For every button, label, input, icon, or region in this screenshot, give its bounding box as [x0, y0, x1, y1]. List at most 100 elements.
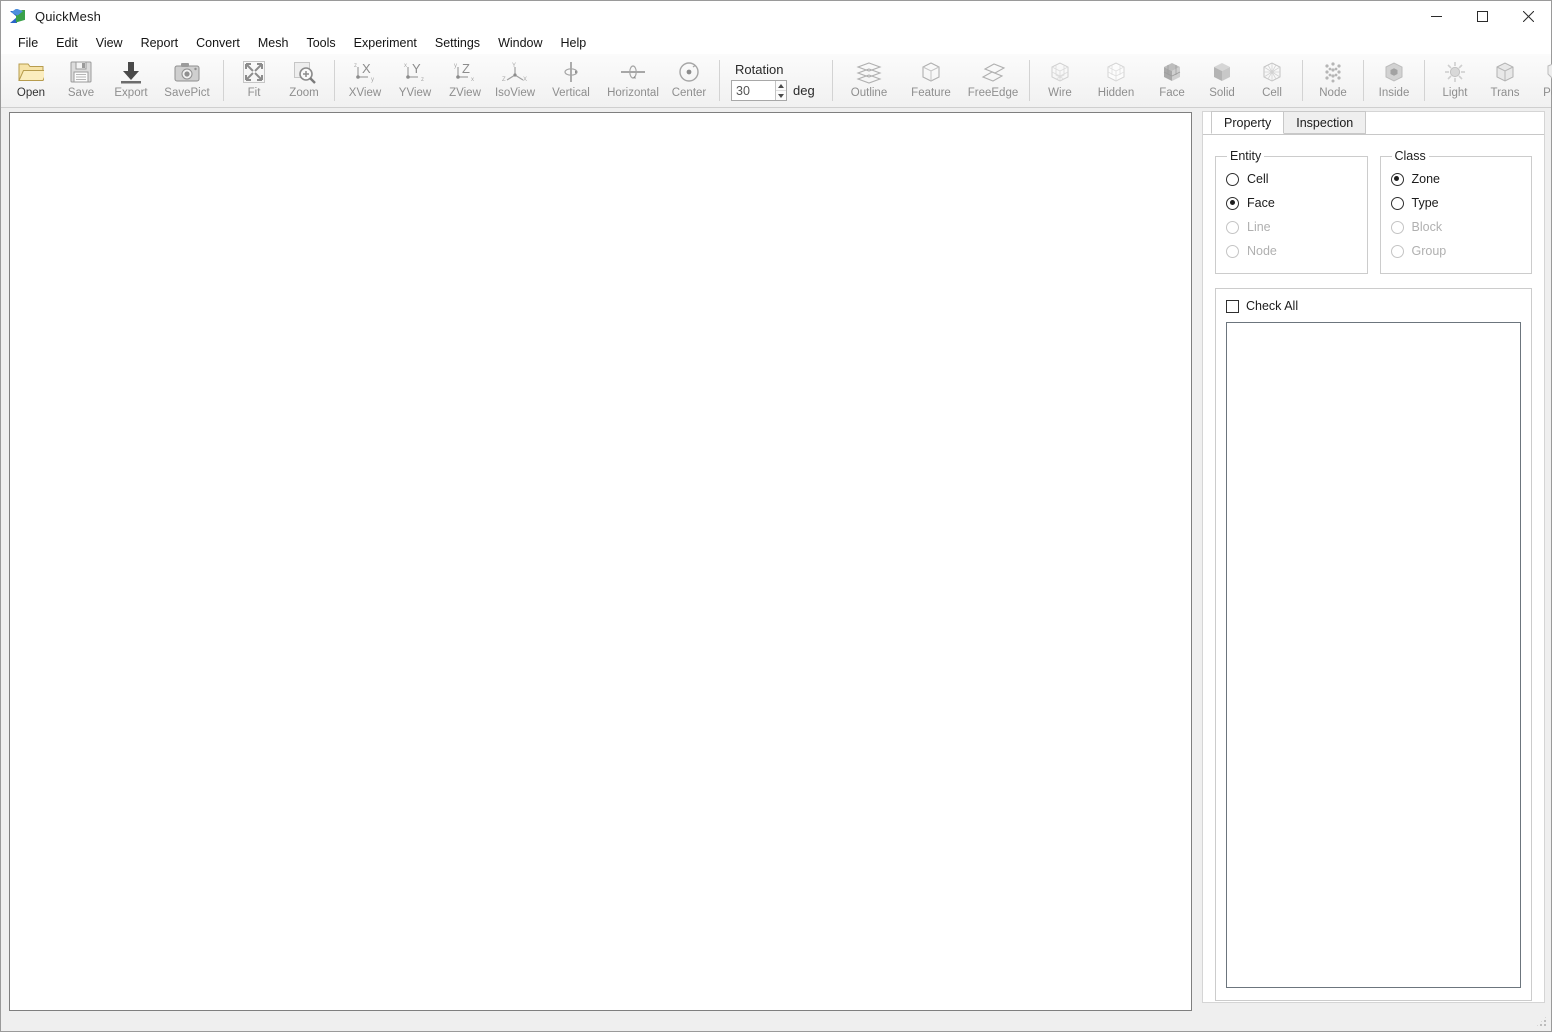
sun-light-icon: [1442, 58, 1468, 86]
toolbar-separator-4: [832, 60, 833, 101]
rotation-spinner[interactable]: [731, 80, 787, 101]
toolbar-button-feature[interactable]: Feature: [900, 54, 962, 107]
svg-text:z: z: [354, 63, 357, 69]
toolbar-button-light[interactable]: Light: [1430, 54, 1480, 107]
download-arrow-icon: [119, 58, 143, 86]
toolbar-button-open[interactable]: Open: [6, 54, 56, 107]
radio-entity-node: Node: [1226, 239, 1357, 263]
toolbar-button-wire[interactable]: Wire: [1035, 54, 1085, 107]
tab-property-label: Property: [1224, 115, 1272, 130]
radio-indicator-zone: [1390, 172, 1404, 186]
menu-bar: File Edit View Report Convert Mesh Tools…: [1, 32, 1551, 54]
center-target-icon: [677, 58, 701, 86]
toolbar-button-isoview[interactable]: Y Z X IsoView: [490, 54, 540, 107]
menu-view[interactable]: View: [87, 33, 132, 53]
radio-label-block: Block: [1411, 220, 1443, 234]
svg-text:Z: Z: [502, 77, 506, 83]
toolbar-label-yview: YView: [398, 87, 432, 99]
toolbar-button-hidden[interactable]: Hidden: [1085, 54, 1147, 107]
radio-class-type[interactable]: Type: [1390, 191, 1522, 215]
radio-label-type: Type: [1411, 196, 1439, 210]
toolbar-button-inside[interactable]: Inside: [1369, 54, 1419, 107]
entity-class-row: Entity Cell Face Line Node Class Zone Ty…: [1215, 149, 1532, 274]
toolbar-button-fit[interactable]: Fit: [229, 54, 279, 107]
toolbar-button-yview[interactable]: Y x z YView: [390, 54, 440, 107]
app-cube-icon: [10, 8, 26, 25]
menu-mesh[interactable]: Mesh: [249, 33, 298, 53]
toolbar-button-horizontal[interactable]: Horizontal: [602, 54, 664, 107]
toolbar-button-zoom[interactable]: Zoom: [279, 54, 329, 107]
panel-body: Entity Cell Face Line Node Class Zone Ty…: [1203, 135, 1544, 1001]
menu-settings[interactable]: Settings: [426, 33, 489, 53]
rotation-increment-button[interactable]: [775, 81, 786, 91]
toolbar-button-outline[interactable]: Outline: [838, 54, 900, 107]
3d-mesh-viewport[interactable]: [9, 112, 1192, 1011]
close-button[interactable]: [1505, 1, 1551, 32]
toolbar-label-savepict: SavePict: [164, 87, 210, 99]
window-resize-grip[interactable]: [1535, 1015, 1548, 1028]
rotation-decrement-button[interactable]: [775, 91, 786, 100]
cube-wire-icon: [1047, 58, 1073, 86]
toolbar-button-face[interactable]: Face: [1147, 54, 1197, 107]
toolbar-label-fit: Fit: [247, 87, 261, 99]
radio-indicator-block: [1390, 220, 1404, 234]
toolbar-separator-7: [1363, 60, 1364, 101]
cube-face-icon: [1159, 58, 1185, 86]
radio-label-group: Group: [1411, 244, 1447, 258]
svg-text:x: x: [404, 63, 407, 69]
radio-indicator-node: [1226, 244, 1239, 258]
menu-window[interactable]: Window: [489, 33, 551, 53]
menu-report[interactable]: Report: [132, 33, 188, 53]
tab-property[interactable]: Property: [1211, 111, 1285, 134]
minimize-button[interactable]: [1413, 1, 1459, 32]
magnifier-plus-icon: [292, 58, 316, 86]
fit-arrows-icon: [242, 58, 266, 86]
maximize-button[interactable]: [1459, 1, 1505, 32]
toolbar-button-center[interactable]: Center: [664, 54, 714, 107]
rotate-vertical-icon: [558, 58, 584, 86]
toolbar-button-export[interactable]: Export: [106, 54, 156, 107]
toolbar-button-savepict[interactable]: SavePict: [156, 54, 218, 107]
toolbar-button-xview[interactable]: X z y XView: [340, 54, 390, 107]
panel-tab-strip: Property Inspection: [1203, 111, 1544, 135]
rotation-input[interactable]: [732, 81, 775, 100]
class-group: Class Zone Type Block Group: [1379, 149, 1532, 274]
toolbar-button-vertical[interactable]: Vertical: [540, 54, 602, 107]
radio-entity-face[interactable]: Face: [1226, 191, 1357, 215]
radio-indicator-line: [1226, 220, 1239, 234]
toolbar-button-pers[interactable]: Pers: [1530, 54, 1552, 107]
toolbar-button-save[interactable]: Save: [56, 54, 106, 107]
toolbar-button-trans[interactable]: Trans: [1480, 54, 1530, 107]
radio-indicator-type: [1390, 196, 1404, 210]
toolbar-button-zview[interactable]: Z y x ZView: [440, 54, 490, 107]
toolbar-button-freeedge[interactable]: FreeEdge: [962, 54, 1024, 107]
toolbar-label-wire: Wire: [1048, 87, 1072, 99]
tab-inspection[interactable]: Inspection: [1283, 111, 1367, 134]
menu-experiment[interactable]: Experiment: [345, 33, 426, 53]
cube-feature-icon: [918, 58, 944, 86]
toolbar-button-cell[interactable]: Cell: [1247, 54, 1297, 107]
radio-class-group: Group: [1390, 239, 1522, 263]
property-list-box[interactable]: [1226, 322, 1521, 988]
toolbar-label-pers: Pers: [1543, 87, 1552, 99]
menu-convert[interactable]: Convert: [187, 33, 249, 53]
toolbar-label-trans: Trans: [1490, 87, 1520, 99]
svg-text:Y: Y: [412, 61, 421, 76]
check-all-row[interactable]: Check All: [1226, 299, 1521, 313]
toolbar-label-cell: Cell: [1262, 87, 1282, 99]
radio-class-zone[interactable]: Zone: [1390, 167, 1522, 191]
menu-edit[interactable]: Edit: [47, 33, 87, 53]
svg-text:X: X: [523, 77, 527, 83]
toolbar-separator-1: [223, 60, 224, 101]
check-all-checkbox[interactable]: [1226, 299, 1239, 313]
menu-help[interactable]: Help: [552, 33, 596, 53]
toolbar-button-node[interactable]: Node: [1308, 54, 1358, 107]
toolbar-label-hidden: Hidden: [1097, 87, 1135, 99]
rotation-label: Rotation: [735, 62, 784, 77]
radio-entity-cell[interactable]: Cell: [1226, 167, 1357, 191]
toolbar-button-solid[interactable]: Solid: [1197, 54, 1247, 107]
window-title: QuickMesh: [35, 9, 101, 24]
cube-solid-icon: [1209, 58, 1235, 86]
menu-tools[interactable]: Tools: [297, 33, 344, 53]
menu-file[interactable]: File: [9, 33, 47, 53]
